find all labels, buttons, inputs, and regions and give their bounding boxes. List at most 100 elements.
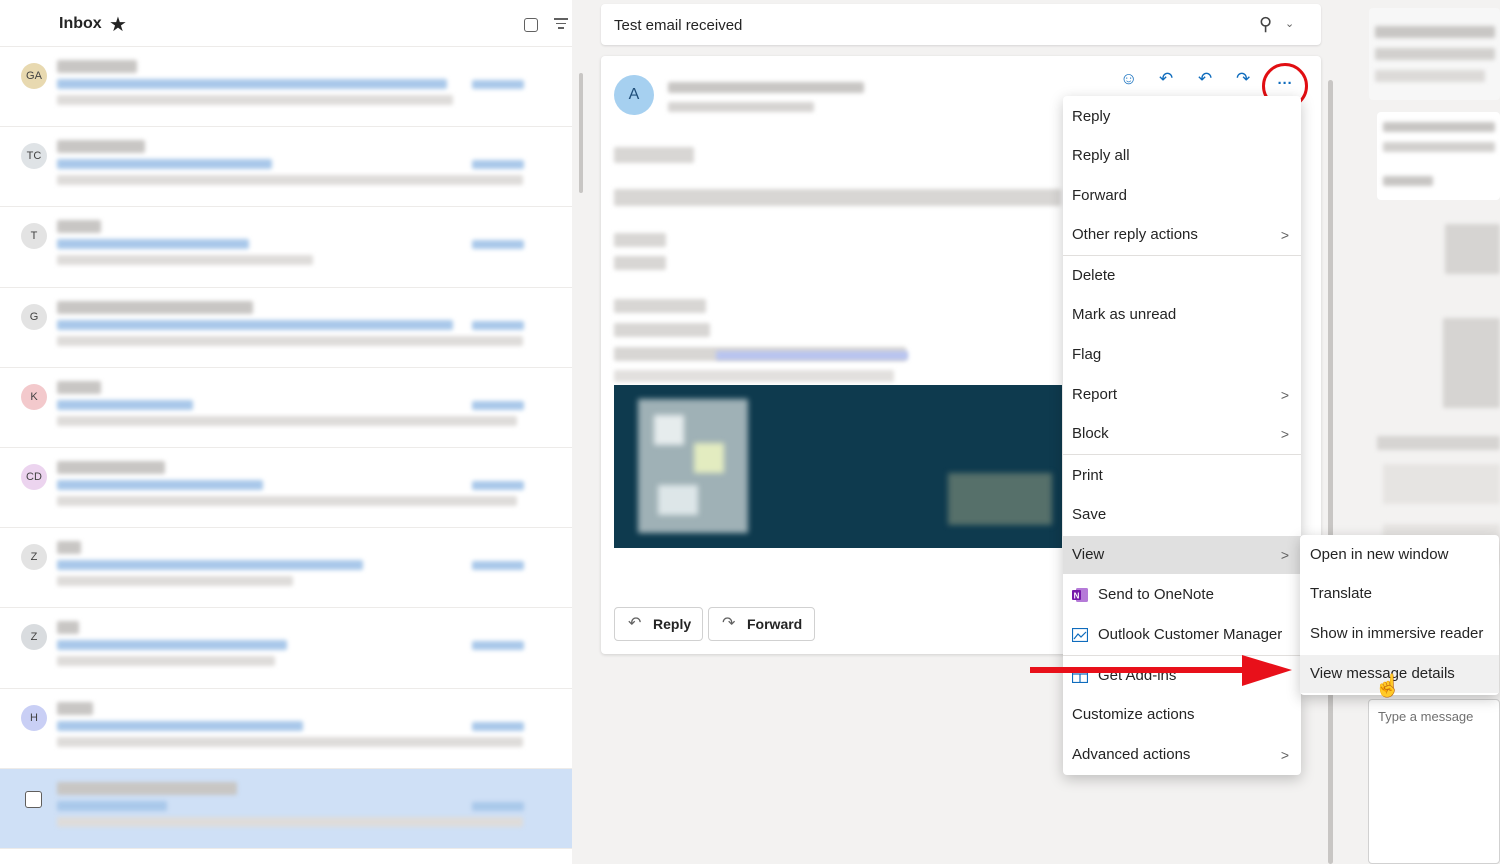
sender-avatar: Z [21, 544, 47, 571]
footer-forward-button[interactable]: ↷ Forward [708, 607, 815, 641]
outlook-window: Inbox ★ GA TC T G K CD Z Z H Test email received… [0, 0, 1500, 864]
menu-item-outlook-customer-manager[interactable]: Outlook Customer Manager [1063, 616, 1301, 654]
menu-item-label: Report [1072, 386, 1118, 403]
menu-item-customize-actions[interactable]: Customize actions [1063, 696, 1301, 734]
sender-avatar: T [21, 223, 47, 250]
menu-item-label: Delete [1072, 267, 1116, 284]
message-date [472, 721, 524, 731]
favorite-star-icon[interactable]: ★ [109, 12, 127, 37]
message-preview [57, 255, 313, 266]
message-subject [57, 479, 263, 490]
menu-item-view[interactable]: View > [1063, 536, 1301, 574]
compose-placeholder: Type a message [1378, 709, 1474, 724]
reply-icon: ↶ [628, 615, 642, 632]
footer-reply-button[interactable]: ↶ Reply [614, 607, 703, 641]
menu-item-reply[interactable]: Reply [1063, 98, 1301, 136]
signature-line [614, 370, 894, 382]
hand-pointer-icon: ☝ [1374, 673, 1402, 698]
message-subject [57, 800, 167, 811]
reply-icon[interactable]: ↶ [1159, 69, 1173, 89]
list-scrollbar[interactable] [578, 55, 584, 195]
message-row[interactable] [0, 768, 572, 849]
menu-item-save[interactable]: Save [1063, 496, 1301, 534]
emoji-react-icon[interactable]: ☺ [1120, 69, 1137, 89]
message-subject [57, 720, 303, 731]
chevron-down-icon[interactable]: ⌄ [1285, 17, 1294, 30]
footer-forward-label: Forward [747, 616, 803, 632]
menu-item-report[interactable]: Report > [1063, 376, 1301, 414]
menu-item-block[interactable]: Block > [1063, 415, 1301, 453]
sender-name [57, 541, 81, 555]
sender-avatar: K [21, 383, 47, 410]
menu-divider [1063, 255, 1301, 256]
sender-avatar: TC [21, 143, 47, 170]
zoom-icon[interactable]: ⚲ [1259, 14, 1272, 35]
chat-compose-box[interactable]: Type a message [1368, 699, 1500, 864]
footer-reply-label: Reply [653, 616, 692, 632]
body-line [614, 233, 666, 247]
customer-manager-icon [1072, 628, 1088, 642]
menu-item-send-to-onenote[interactable]: N Send to OneNote [1063, 576, 1301, 614]
message-list-pane: Inbox ★ GA TC T G K CD Z Z H [0, 0, 583, 864]
sender-name [57, 621, 79, 635]
message-row[interactable]: T [0, 207, 572, 288]
filter-icon[interactable] [554, 18, 568, 32]
message-row[interactable]: K [0, 367, 572, 448]
row-checkbox[interactable] [25, 790, 42, 808]
message-row[interactable]: G [0, 287, 572, 368]
menu-item-flag[interactable]: Flag [1063, 336, 1301, 374]
reply-all-icon[interactable]: ↶ [1198, 69, 1212, 89]
message-row[interactable]: TC [0, 127, 572, 208]
message-preview [57, 576, 293, 587]
message-date [472, 641, 524, 651]
sender-name [57, 140, 145, 154]
submenu-item-show-in-immersive-reader[interactable]: Show in immersive reader [1300, 615, 1499, 653]
message-preview [57, 656, 275, 667]
menu-item-delete[interactable]: Delete [1063, 257, 1301, 295]
sender-name [57, 781, 237, 795]
menu-item-advanced-actions[interactable]: Advanced actions > [1063, 736, 1301, 774]
message-row[interactable]: Z [0, 608, 572, 689]
message-subject [57, 159, 272, 170]
email-subject: Test email received [614, 17, 743, 34]
message-row[interactable]: Z [0, 528, 572, 609]
reading-scrollbar[interactable] [1326, 60, 1335, 864]
menu-item-print[interactable]: Print [1063, 457, 1301, 495]
sender-avatar: G [21, 303, 47, 330]
sender-name [57, 380, 101, 394]
submenu-item-translate[interactable]: Translate [1300, 575, 1499, 613]
chevron-right-icon: > [1280, 227, 1289, 243]
annotation-arrow [1030, 655, 1292, 686]
message-preview [57, 495, 517, 506]
message-date [472, 80, 524, 89]
message-row[interactable]: CD [0, 447, 572, 529]
body-line [614, 256, 666, 270]
forward-icon: ↷ [722, 615, 736, 632]
message-subject [57, 399, 193, 410]
menu-item-mark-as-unread[interactable]: Mark as unread [1063, 296, 1301, 334]
menu-item-forward[interactable]: Forward [1063, 177, 1301, 215]
chevron-right-icon: > [1280, 387, 1289, 403]
message-date [472, 160, 524, 170]
select-mode-icon[interactable] [524, 18, 538, 32]
submenu-item-label: Open in new window [1310, 546, 1449, 563]
sender-name [668, 82, 864, 93]
menu-item-reply-all[interactable]: Reply all [1063, 137, 1301, 175]
message-preview [57, 95, 453, 105]
menu-item-label: Reply [1072, 108, 1111, 125]
menu-item-label: Mark as unread [1072, 306, 1177, 323]
chevron-right-icon: > [1280, 747, 1289, 763]
menu-item-label: Outlook Customer Manager [1098, 626, 1283, 643]
message-date [472, 240, 524, 250]
sender-name [57, 220, 101, 234]
submenu-item-open-in-new-window[interactable]: Open in new window [1300, 536, 1499, 574]
sender-avatar: CD [21, 463, 47, 490]
forward-icon[interactable]: ↷ [1236, 69, 1250, 89]
message-row[interactable]: H [0, 688, 572, 769]
menu-item-label: Block [1072, 425, 1109, 442]
menu-divider [1063, 454, 1301, 455]
message-subject [57, 319, 453, 330]
message-preview [57, 736, 523, 747]
message-row[interactable]: GA [0, 47, 572, 128]
menu-item-other-reply-actions[interactable]: Other reply actions > [1063, 216, 1301, 254]
